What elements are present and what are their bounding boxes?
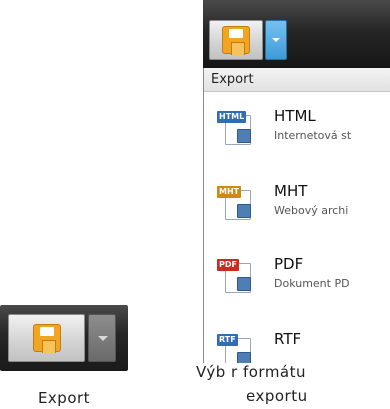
- menu-item-title: PDF: [274, 255, 304, 273]
- menu-header: Export: [204, 68, 390, 92]
- save-icon: [222, 26, 250, 55]
- mht-file-icon: MHT: [215, 182, 259, 222]
- export-caption: Export: [37, 389, 91, 407]
- chevron-down-icon: [272, 38, 280, 42]
- menu-caption-line1: Výb r formátu: [196, 363, 307, 381]
- export-dropdown-menu: Export HTML HTML Internetová st MHT MHT …: [203, 68, 390, 363]
- rtf-file-icon: RTF: [215, 330, 259, 363]
- html-file-icon: HTML: [215, 107, 259, 147]
- menu-item-description: Webový archi: [274, 204, 349, 217]
- export-dropdown-button[interactable]: [88, 314, 116, 362]
- menu-item-title: HTML: [274, 107, 316, 125]
- export-menu-screenshot: Export HTML HTML Internetová st MHT MHT …: [203, 0, 390, 363]
- export-split-button-small[interactable]: [0, 305, 128, 371]
- toolbar: [203, 0, 390, 68]
- menu-item-title: MHT: [274, 182, 308, 200]
- menu-item-title: RTF: [274, 330, 302, 348]
- menu-item-mht[interactable]: MHT MHT Webový archi: [204, 178, 390, 238]
- save-icon: [33, 324, 61, 353]
- save-button[interactable]: [209, 20, 263, 60]
- pdf-file-icon: PDF: [215, 255, 259, 295]
- chevron-down-icon: [98, 336, 108, 341]
- menu-item-description: Internetová st: [274, 129, 352, 142]
- menu-item-rtf[interactable]: RTF RTF: [204, 326, 390, 363]
- export-dropdown-button[interactable]: [265, 20, 287, 60]
- menu-caption-line2: exportu: [246, 387, 308, 405]
- menu-item-pdf[interactable]: PDF PDF Dokument PD: [204, 251, 390, 311]
- menu-item-description: Dokument PD: [274, 277, 350, 290]
- save-button[interactable]: [8, 314, 85, 362]
- menu-item-html[interactable]: HTML HTML Internetová st: [204, 103, 390, 163]
